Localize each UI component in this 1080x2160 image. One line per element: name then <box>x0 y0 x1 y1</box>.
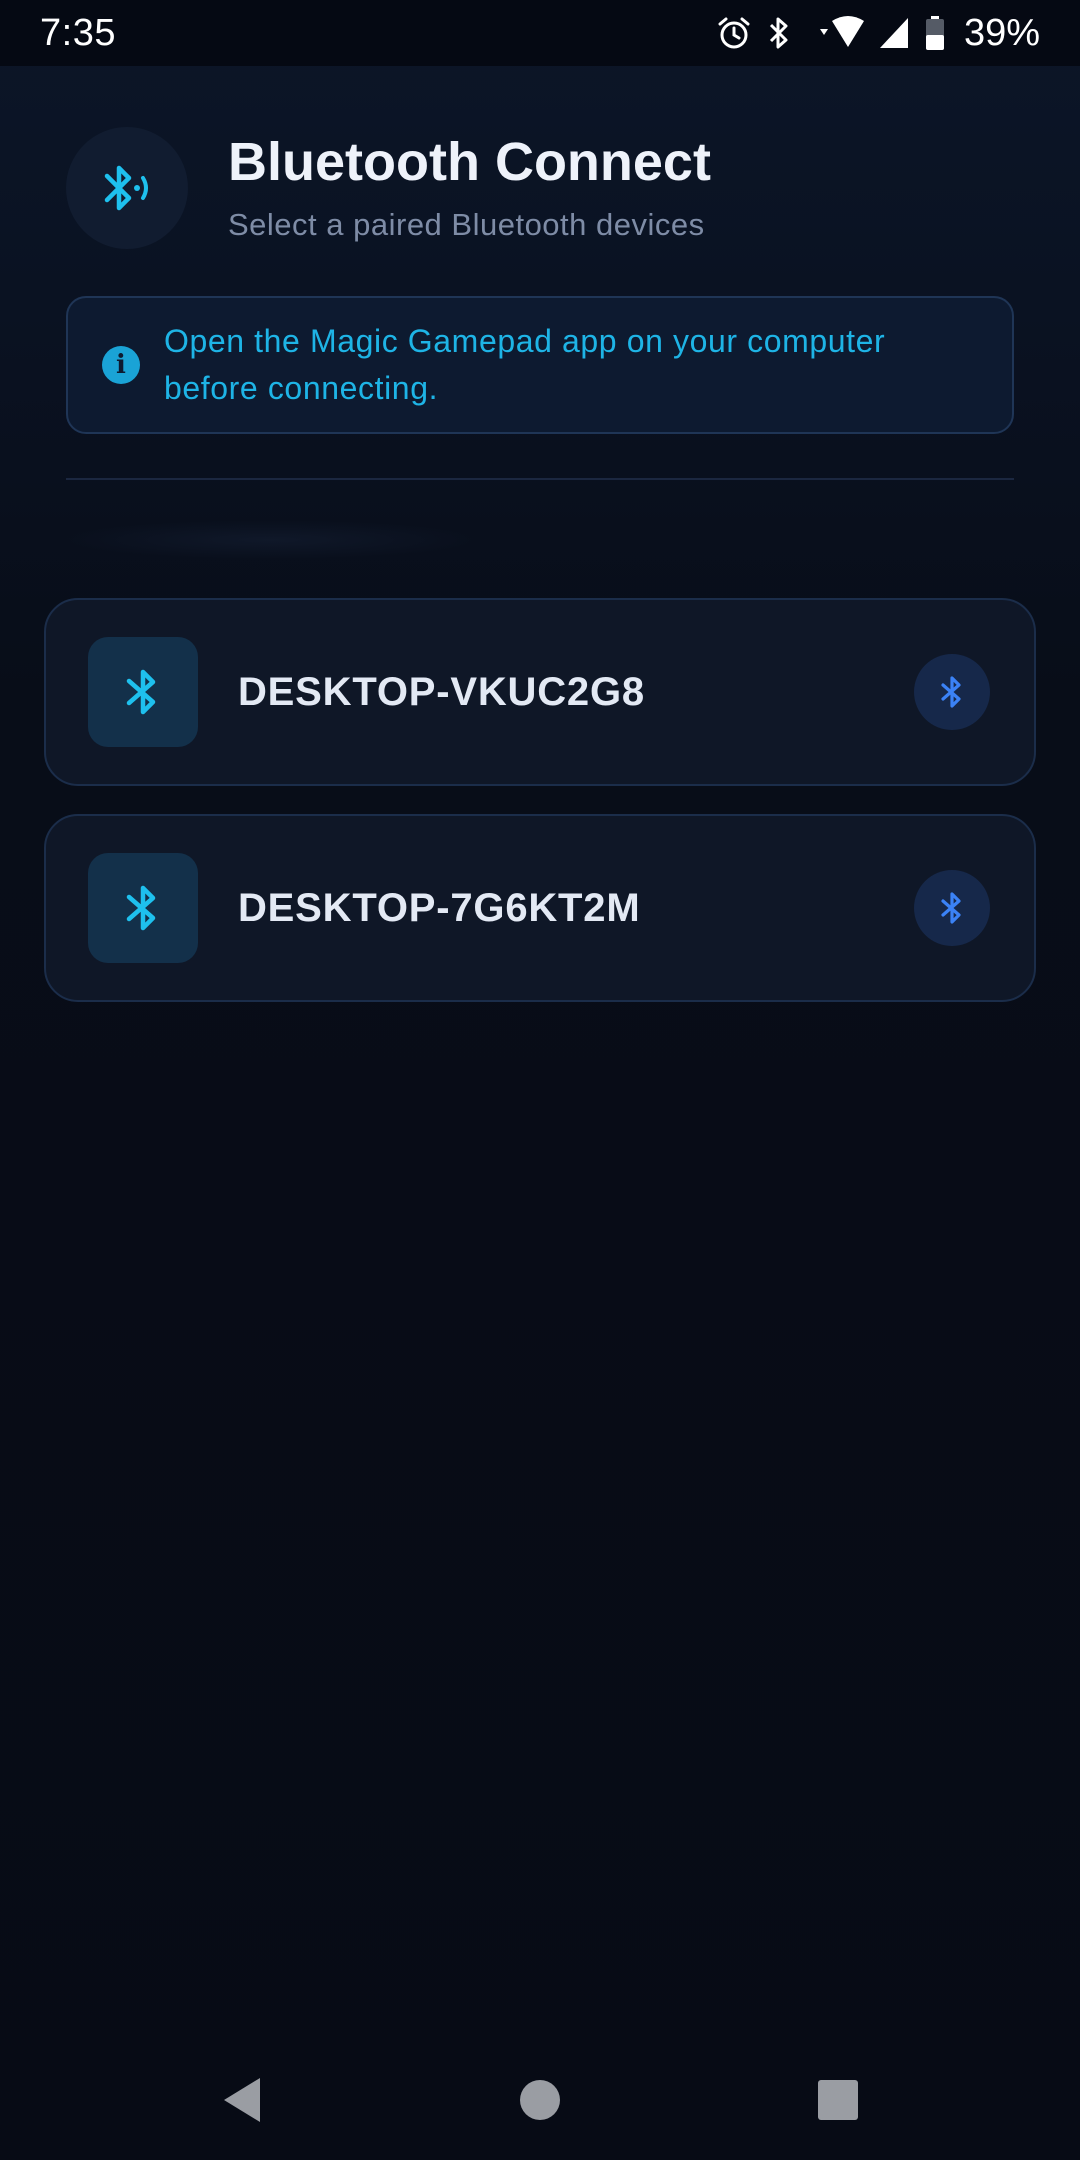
header: Bluetooth Connect Select a paired Blueto… <box>66 126 1014 250</box>
divider-shadow <box>60 520 480 560</box>
home-icon[interactable] <box>514 2074 566 2126</box>
info-text: Open the Magic Gamepad app on your compu… <box>164 318 885 412</box>
device-name: DESKTOP-7G6KT2M <box>238 885 641 930</box>
recents-icon[interactable] <box>812 2074 864 2126</box>
info-banner: i Open the Magic Gamepad app on your com… <box>66 296 1014 434</box>
device-name: DESKTOP-VKUC2G8 <box>238 669 645 714</box>
info-text-line-2: before connecting. <box>164 370 439 406</box>
bluetooth-icon[interactable] <box>914 870 990 946</box>
bluetooth-icon <box>88 637 198 747</box>
screen: 7:35 39% Bluetooth Connect Select a pair… <box>0 0 1080 2160</box>
bluetooth-icon[interactable] <box>914 654 990 730</box>
device-list: DESKTOP-VKUC2G8 DESKTOP-7G6KT2M <box>44 598 1036 1030</box>
battery-icon <box>924 15 946 51</box>
status-time: 7:35 <box>40 11 116 54</box>
info-text-line-1: Open the Magic Gamepad app on your compu… <box>164 323 886 359</box>
battery-percent: 39% <box>963 11 1040 54</box>
bluetooth-icon <box>766 15 792 51</box>
alarm-icon <box>716 15 752 51</box>
divider <box>66 478 1014 480</box>
bluetooth-searching-icon <box>66 127 188 249</box>
page-title: Bluetooth Connect <box>228 132 711 193</box>
status-icons: 39% <box>716 12 1040 55</box>
device-item[interactable]: DESKTOP-VKUC2G8 <box>44 598 1036 786</box>
status-bar: 7:35 39% <box>0 0 1080 66</box>
back-icon[interactable] <box>216 2074 268 2126</box>
header-text: Bluetooth Connect Select a paired Blueto… <box>228 132 711 242</box>
wifi-icon <box>806 15 864 51</box>
bluetooth-icon <box>88 853 198 963</box>
navigation-bar <box>0 2040 1080 2160</box>
device-item[interactable]: DESKTOP-7G6KT2M <box>44 814 1036 1002</box>
page-subtitle: Select a paired Bluetooth devices <box>228 206 705 242</box>
info-icon: i <box>102 346 140 384</box>
signal-icon <box>878 16 910 50</box>
